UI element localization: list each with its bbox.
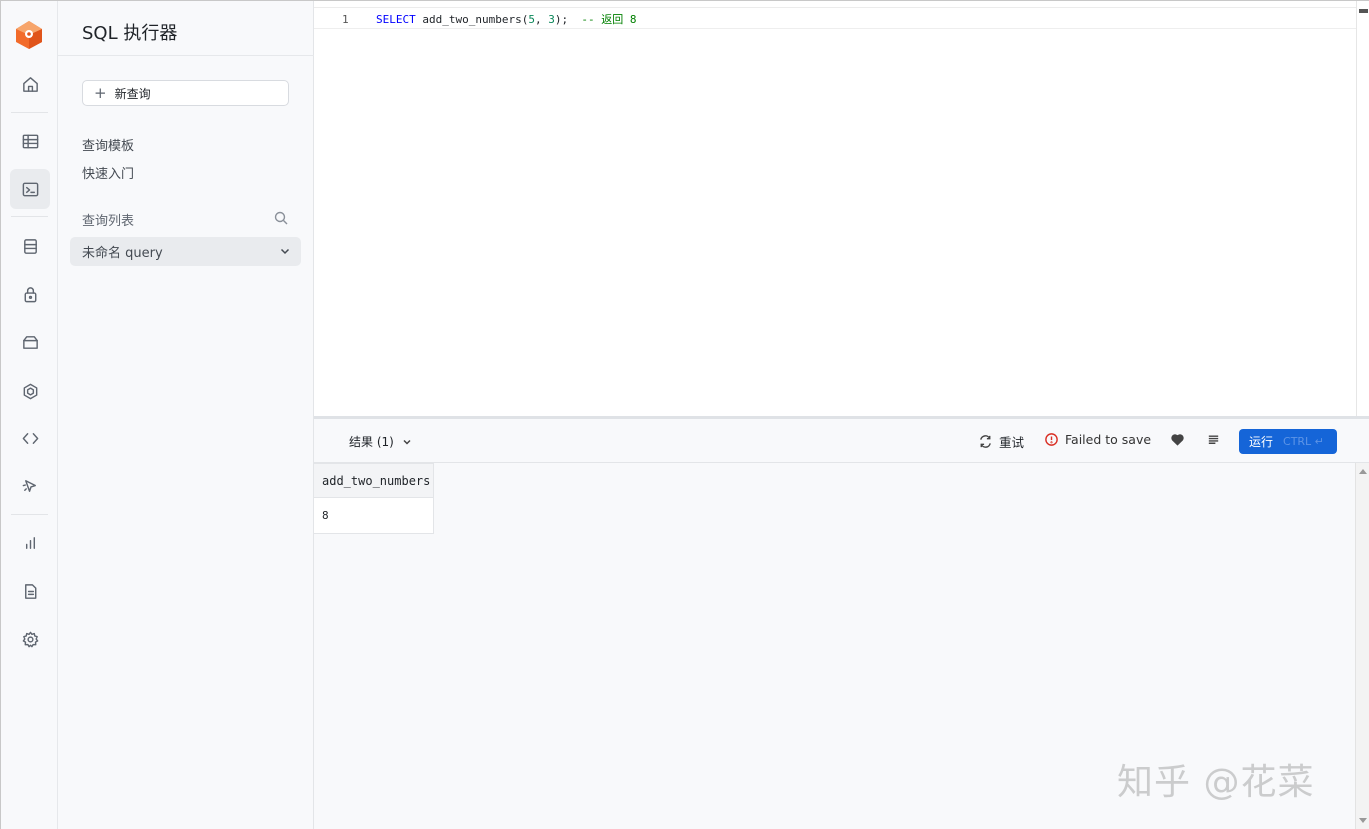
format-button[interactable]	[1206, 432, 1227, 447]
nav-table-editor[interactable]	[10, 121, 50, 161]
query-item-label: 未命名 query	[82, 246, 163, 261]
refresh-icon	[980, 435, 991, 448]
favorite-button[interactable]	[1170, 432, 1191, 447]
sql-keyword: SELECT	[376, 13, 416, 26]
nav-reports[interactable]	[10, 523, 50, 563]
logs-document-icon	[24, 583, 36, 599]
new-query-label: 新查询	[114, 86, 151, 101]
sql-number-arg2: 3	[548, 13, 555, 26]
table-editor-icon	[22, 134, 38, 148]
nav-home[interactable]	[10, 64, 50, 104]
chevron-down-icon[interactable]	[279, 245, 291, 257]
page-title: SQL 执行器	[82, 23, 178, 44]
sql-editor-icon	[22, 182, 38, 196]
save-status-label: Failed to save	[1065, 432, 1152, 447]
results-toolbar: 结果 (1) 重试 Failed to save 运行 CTRL ↵	[314, 419, 1369, 463]
align-lines-icon	[1208, 435, 1219, 444]
plus-icon: +	[94, 83, 107, 102]
app-window: SQL 执行器 + 新查询 查询模板 快速入门 查询列表 未命名 query 1…	[0, 0, 1369, 829]
query-list-heading: 查询列表	[82, 214, 135, 229]
nav-settings[interactable]	[10, 619, 50, 659]
code-editor[interactable]: 1 SELECT add_two_numbers(5, 3); -- 返回 8	[314, 1, 1356, 416]
chevron-down-icon	[403, 439, 411, 445]
sql-comment: -- 返回 8	[568, 13, 637, 26]
line-number: 1	[342, 13, 349, 26]
query-list-item[interactable]: 未命名 query	[70, 237, 301, 266]
reports-chart-icon	[25, 536, 35, 549]
sql-punct-close: );	[554, 13, 569, 26]
watermark: 知乎 @花菜	[1117, 762, 1315, 803]
retry-label: 重试	[999, 435, 1025, 450]
results-scrollbar[interactable]	[1355, 463, 1369, 829]
nav-rail	[1, 1, 58, 829]
api-code-icon	[22, 432, 38, 444]
new-query-button[interactable]: + 新查询	[82, 80, 289, 106]
storage-icon	[22, 335, 38, 349]
search-icon[interactable]	[274, 210, 288, 225]
results-tab[interactable]: 结果 (1)	[349, 433, 412, 450]
home-icon	[22, 76, 38, 92]
nav-logs[interactable]	[10, 571, 50, 611]
nav-database[interactable]	[10, 226, 50, 266]
settings-gear-icon	[22, 631, 38, 647]
nav-advisors[interactable]	[10, 466, 50, 506]
advisors-pointer-icon	[22, 479, 36, 492]
nav-auth[interactable]	[10, 274, 50, 314]
run-shortcut-hint: CTRL ↵	[1283, 435, 1324, 448]
sidebar-divider	[58, 55, 314, 56]
table-cell[interactable]: 8	[314, 498, 434, 534]
run-button[interactable]: 运行 CTRL ↵	[1239, 429, 1337, 454]
scroll-down-arrow[interactable]	[1359, 818, 1367, 823]
quickstart-link[interactable]: 快速入门	[82, 163, 134, 182]
sql-number-arg1: 5	[528, 13, 535, 26]
results-tab-label: 结果 (1)	[349, 435, 394, 449]
scroll-up-arrow[interactable]	[1359, 469, 1367, 474]
save-status: Failed to save	[1044, 432, 1151, 447]
query-templates-link[interactable]: 查询模板	[82, 135, 134, 154]
retry-button[interactable]: 重试	[978, 432, 1024, 451]
column-header[interactable]: add_two_numbers	[314, 463, 434, 498]
edge-functions-icon	[23, 383, 37, 399]
heart-icon	[1171, 434, 1184, 446]
nav-edge-functions[interactable]	[10, 371, 50, 411]
run-label: 运行	[1249, 435, 1274, 449]
sql-punct-sep: ,	[534, 13, 549, 26]
error-circle-icon	[1045, 433, 1058, 446]
editor-scrollbar[interactable]	[1356, 1, 1369, 416]
nav-sql-editor[interactable]	[10, 169, 50, 209]
database-icon	[23, 238, 37, 254]
auth-lock-icon	[24, 286, 36, 302]
nav-storage[interactable]	[10, 322, 50, 362]
sql-sidebar: SQL 执行器 + 新查询 查询模板 快速入门 查询列表 未命名 query	[58, 1, 314, 829]
nav-api[interactable]	[10, 418, 50, 458]
code-line[interactable]: 1 SELECT add_two_numbers(5, 3); -- 返回 8	[314, 11, 1356, 29]
app-logo[interactable]	[15, 20, 43, 50]
code-text[interactable]: SELECT add_two_numbers(5, 3); -- 返回 8	[376, 11, 636, 29]
sql-function: add_two_numbers	[422, 13, 522, 26]
